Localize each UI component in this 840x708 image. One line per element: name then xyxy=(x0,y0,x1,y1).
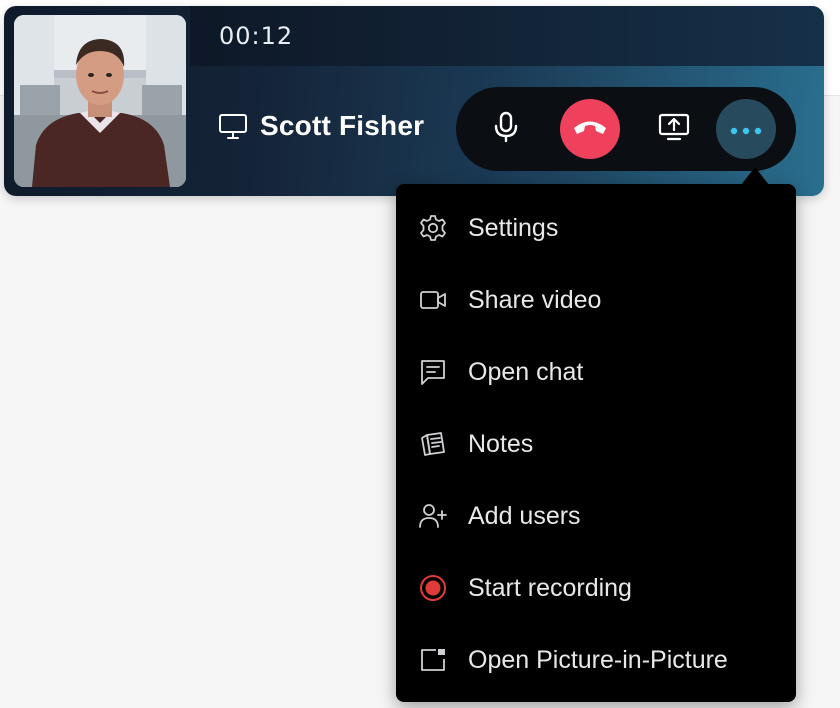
menu-caret xyxy=(741,167,769,185)
monitor-icon xyxy=(218,111,248,141)
hang-up-button[interactable] xyxy=(560,99,620,159)
chat-icon xyxy=(418,357,448,387)
caller-avatar xyxy=(14,15,186,187)
menu-item-label: Add users xyxy=(468,501,581,530)
more-options-menu: Settings Share video Open chat Notes Add… xyxy=(396,184,796,702)
menu-item-label: Notes xyxy=(468,429,534,458)
menu-item-settings[interactable]: Settings xyxy=(396,192,796,264)
menu-item-label: Share video xyxy=(468,285,602,314)
video-camera-icon xyxy=(418,285,448,315)
call-bar: 00:12 Scott Fisher xyxy=(4,6,824,196)
caller-info: Scott Fisher xyxy=(218,110,424,142)
record-icon xyxy=(418,573,448,603)
menu-item-add-users[interactable]: Add users xyxy=(396,480,796,552)
menu-item-label: Open chat xyxy=(468,357,584,386)
share-screen-button[interactable] xyxy=(644,99,704,159)
menu-item-start-recording[interactable]: Start recording xyxy=(396,552,796,624)
menu-item-open-picture-in-picture[interactable]: Open Picture-in-Picture xyxy=(396,624,796,696)
more-options-button[interactable] xyxy=(716,99,776,159)
menu-item-label: Start recording xyxy=(468,573,632,602)
picture-in-picture-icon xyxy=(418,645,448,675)
phone-hangup-icon xyxy=(571,116,609,142)
menu-item-open-chat[interactable]: Open chat xyxy=(396,336,796,408)
mute-button[interactable] xyxy=(476,99,536,159)
screen-share-icon xyxy=(658,112,690,146)
caller-name: Scott Fisher xyxy=(260,110,425,141)
more-dots-icon xyxy=(730,120,762,139)
call-controls xyxy=(456,87,796,171)
menu-item-share-video[interactable]: Share video xyxy=(396,264,796,336)
menu-item-label: Open Picture-in-Picture xyxy=(468,645,728,674)
gear-icon xyxy=(418,213,448,243)
microphone-icon xyxy=(492,111,520,147)
add-user-icon xyxy=(418,501,448,531)
call-timer: 00:12 xyxy=(219,22,294,50)
notes-icon xyxy=(418,429,448,459)
menu-item-label: Settings xyxy=(468,213,559,242)
menu-item-notes[interactable]: Notes xyxy=(396,408,796,480)
